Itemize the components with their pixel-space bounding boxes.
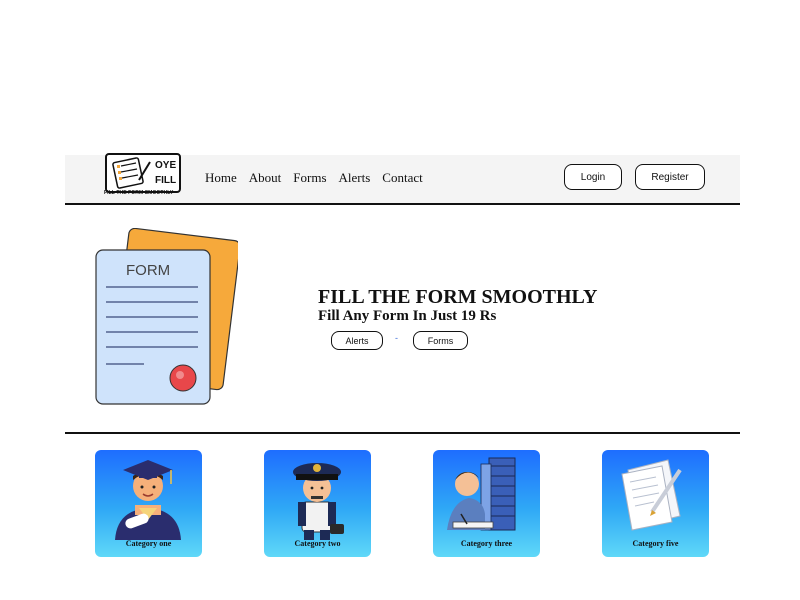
category-label: Category two [294, 539, 341, 548]
logo-tagline: FILL THE FORM SMOOTHLY [104, 190, 174, 196]
hero-forms-button[interactable]: Forms [413, 331, 468, 350]
nav-home[interactable]: Home [205, 170, 237, 186]
logo-wordmark: OYE FILL [155, 158, 177, 188]
login-button[interactable]: Login [564, 164, 622, 190]
logo-line-1: OYE [155, 160, 177, 171]
logo-line-2: FILL [155, 175, 177, 186]
nav-links: Home About Forms Alerts Contact [205, 170, 423, 186]
form-document-icon: FORM [95, 227, 241, 405]
form-image-label: FORM [126, 262, 170, 279]
hero-title: FILL THE FORM SMOOTHLY [318, 286, 598, 308]
nav-about[interactable]: About [249, 170, 282, 186]
paperwork-icon [447, 457, 516, 531]
logo[interactable]: OYE FILL FILL THE FORM SMOOTHLY [103, 153, 181, 197]
form-illustration: FORM [90, 227, 241, 410]
category-label: Category three [460, 539, 513, 548]
section-divider [65, 432, 740, 434]
checklist-icon [112, 157, 151, 189]
nav-forms[interactable]: Forms [293, 170, 326, 186]
hero-alerts-button[interactable]: Alerts [331, 331, 383, 350]
hero-subtitle: Fill Any Form In Just 19 Rs [318, 308, 497, 324]
category-label: Category one [125, 539, 172, 548]
category-label: Category five [632, 539, 679, 548]
nav-contact[interactable]: Contact [382, 170, 422, 186]
police-officer-icon [293, 463, 344, 540]
navbar: OYE FILL FILL THE FORM SMOOTHLY Home Abo… [65, 153, 740, 205]
register-button[interactable]: Register [635, 164, 705, 190]
logo-box: OYE FILL [105, 153, 181, 193]
category-card-two[interactable]: Category two [264, 450, 371, 557]
category-card-three[interactable]: Category three [433, 450, 540, 557]
document-pen-icon [621, 459, 682, 531]
hero-separator: - [395, 333, 398, 343]
graduate-icon [115, 460, 181, 540]
category-card-five[interactable]: Category five [602, 450, 709, 557]
nav-alerts[interactable]: Alerts [339, 170, 371, 186]
category-card-one[interactable]: Category one [95, 450, 202, 557]
